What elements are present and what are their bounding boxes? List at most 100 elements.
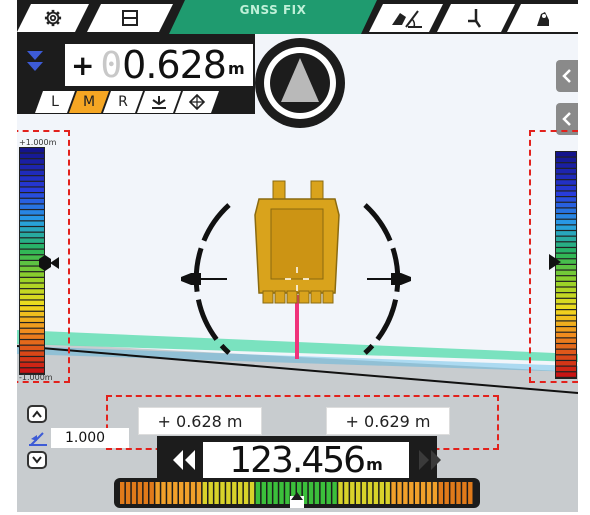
level-bar-segment	[137, 482, 143, 504]
level-bar-segment	[232, 482, 237, 504]
level-bar-segment	[226, 482, 231, 504]
main-readout-panel: 123.456 m	[157, 436, 441, 481]
tab-split-view[interactable]	[87, 4, 173, 32]
bucket-tilt-icon	[388, 7, 424, 29]
level-bar-segment	[243, 482, 249, 504]
level-bar-segment	[420, 482, 426, 504]
rewind-icon[interactable]	[169, 446, 199, 474]
elevation-sign: +	[71, 48, 95, 82]
level-bar-segment	[450, 482, 455, 504]
elevation-ghost-digit: 0	[100, 44, 123, 86]
level-bar-segment	[332, 482, 337, 504]
level-bar-segment	[202, 482, 207, 504]
level-bar-segment	[131, 482, 137, 504]
level-bar-segment	[125, 482, 131, 504]
level-bar-segment	[344, 482, 349, 504]
level-bar-segment	[149, 482, 154, 504]
3d-cube-icon	[188, 94, 206, 110]
level-bar-segment	[167, 482, 172, 504]
elevation-value-display: + 0 0.628 m	[65, 43, 253, 87]
level-bar-segment	[238, 482, 243, 504]
level-bar-segment	[326, 482, 331, 504]
excavator-icon	[536, 12, 549, 26]
level-bar-segment	[350, 482, 355, 504]
tolerance-control: 1.000	[27, 405, 129, 471]
decrease-button[interactable]	[27, 451, 47, 469]
reference-middle-button[interactable]: M	[69, 91, 109, 113]
compass-button[interactable]	[255, 38, 345, 128]
level-view-button[interactable]	[137, 91, 181, 113]
chevron-left-icon	[562, 112, 571, 126]
level-bar-segment	[379, 482, 384, 504]
level-bar-segment	[279, 482, 284, 504]
elevation-unit: m	[227, 59, 245, 78]
level-bar-segment	[438, 482, 443, 504]
level-bar-segment	[391, 482, 396, 504]
reference-left-button[interactable]: L	[35, 91, 75, 113]
level-bar-segment	[214, 482, 219, 504]
reference-right-button[interactable]: R	[103, 91, 143, 113]
bucket-swing-icon	[464, 7, 488, 29]
side-panel-toggle-upper[interactable]	[556, 60, 578, 92]
level-bar-segment	[426, 482, 432, 504]
machine-guidance-screen: GNSS FIX + 0 0.628 m L M R +1.000m -1.00…	[17, 0, 578, 512]
level-bar-segment	[179, 482, 184, 504]
level-bar-segment	[415, 482, 420, 504]
level-bar-segment	[173, 482, 178, 504]
gnss-status-label: GNSS FIX	[239, 3, 307, 17]
level-bar-segment	[261, 482, 266, 504]
tilt-angle-icon	[29, 432, 47, 446]
level-bar-segment	[184, 482, 190, 504]
level-bar-segment	[161, 482, 166, 504]
main-value-unit: m	[366, 455, 383, 474]
level-bar-segment	[120, 482, 125, 504]
right-offset-value: + 0.629 m	[326, 407, 450, 435]
tab-bucket-swing[interactable]	[437, 4, 515, 32]
level-bar-segment	[255, 482, 261, 504]
level-bar-segment	[273, 482, 278, 504]
level-bar-segment	[409, 482, 414, 504]
left-scale-highlight	[17, 130, 70, 383]
tab-bucket-tilt[interactable]	[369, 4, 443, 32]
level-bar-segment	[267, 482, 272, 504]
chevron-down-icon	[32, 456, 42, 464]
horizontal-level-bar	[114, 478, 480, 508]
level-bar-segment	[385, 482, 390, 504]
chevron-up-icon	[32, 410, 42, 418]
level-bar-segment	[456, 482, 461, 504]
level-bar-segment	[468, 482, 473, 504]
level-icon	[150, 94, 168, 110]
level-bar-segment	[432, 482, 438, 504]
elevation-panel: + 0 0.628 m	[17, 34, 255, 88]
gnss-status-tab: GNSS FIX	[169, 0, 377, 34]
fast-forward-icon[interactable]	[415, 446, 445, 474]
level-bar-segment	[143, 482, 148, 504]
level-bar-segment	[190, 482, 196, 504]
top-tab-bar: GNSS FIX	[17, 0, 578, 34]
level-bar-segment	[367, 482, 373, 504]
right-scale-highlight	[529, 130, 578, 383]
gear-icon	[44, 9, 62, 27]
level-bar-segment	[249, 482, 255, 504]
level-bar-segment	[338, 482, 343, 504]
main-value: 123.456	[229, 439, 366, 481]
tab-excavator[interactable]	[507, 4, 578, 32]
main-value-display: 123.456 m	[203, 439, 409, 481]
left-offset-value: + 0.628 m	[138, 407, 262, 435]
chevron-left-icon	[562, 69, 571, 83]
reference-point-selector: L M R	[17, 88, 255, 114]
split-view-icon	[121, 9, 139, 27]
level-bar-segment	[208, 482, 213, 504]
double-arrow-down-icon	[27, 51, 43, 71]
level-bar-segment	[220, 482, 225, 504]
level-bar-segment	[373, 482, 379, 504]
level-bar-segment	[285, 482, 290, 504]
increase-button[interactable]	[27, 405, 47, 423]
3d-view-button[interactable]	[175, 91, 219, 113]
level-bar-segment	[462, 482, 467, 504]
elevation-value: 0.628	[122, 43, 227, 87]
level-bar-segment	[314, 482, 320, 504]
tab-settings[interactable]	[17, 4, 89, 32]
level-bar-segment	[356, 482, 361, 504]
tolerance-value[interactable]: 1.000	[51, 428, 129, 448]
